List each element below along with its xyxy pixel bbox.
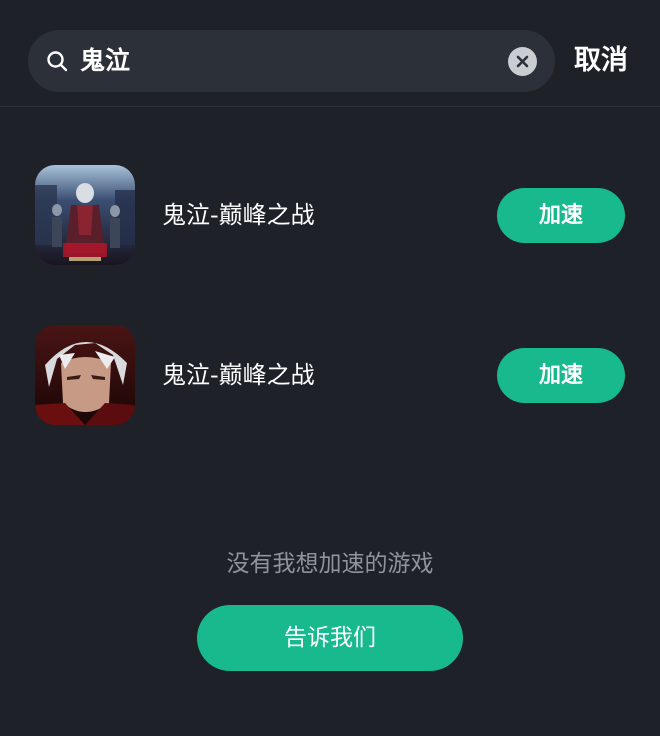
search-input[interactable]: 鬼泣	[80, 44, 130, 78]
cancel-button[interactable]: 取消	[574, 42, 628, 80]
speed-up-button[interactable]: 加速	[497, 348, 625, 403]
search-header: 鬼泣 取消	[0, 0, 660, 107]
clear-icon[interactable]	[508, 47, 537, 76]
search-results-screen: 鬼泣 取消 鬼泣-巅峰之战 加速 鬼泣-巅峰之战 加速 没有我想加速的游戏 告诉…	[0, 0, 660, 736]
search-icon	[47, 51, 68, 72]
no-game-hint: 没有我想加速的游戏	[226, 551, 434, 577]
speed-up-button[interactable]: 加速	[497, 188, 625, 243]
game-icon	[35, 165, 135, 265]
game-title: 鬼泣-巅峰之战	[162, 201, 315, 229]
tell-us-button[interactable]: 告诉我们	[197, 605, 463, 671]
game-icon	[35, 325, 135, 425]
game-title: 鬼泣-巅峰之战	[162, 361, 315, 389]
search-result-item[interactable]: 鬼泣-巅峰之战 加速	[0, 315, 660, 435]
search-result-item[interactable]: 鬼泣-巅峰之战 加速	[0, 155, 660, 275]
